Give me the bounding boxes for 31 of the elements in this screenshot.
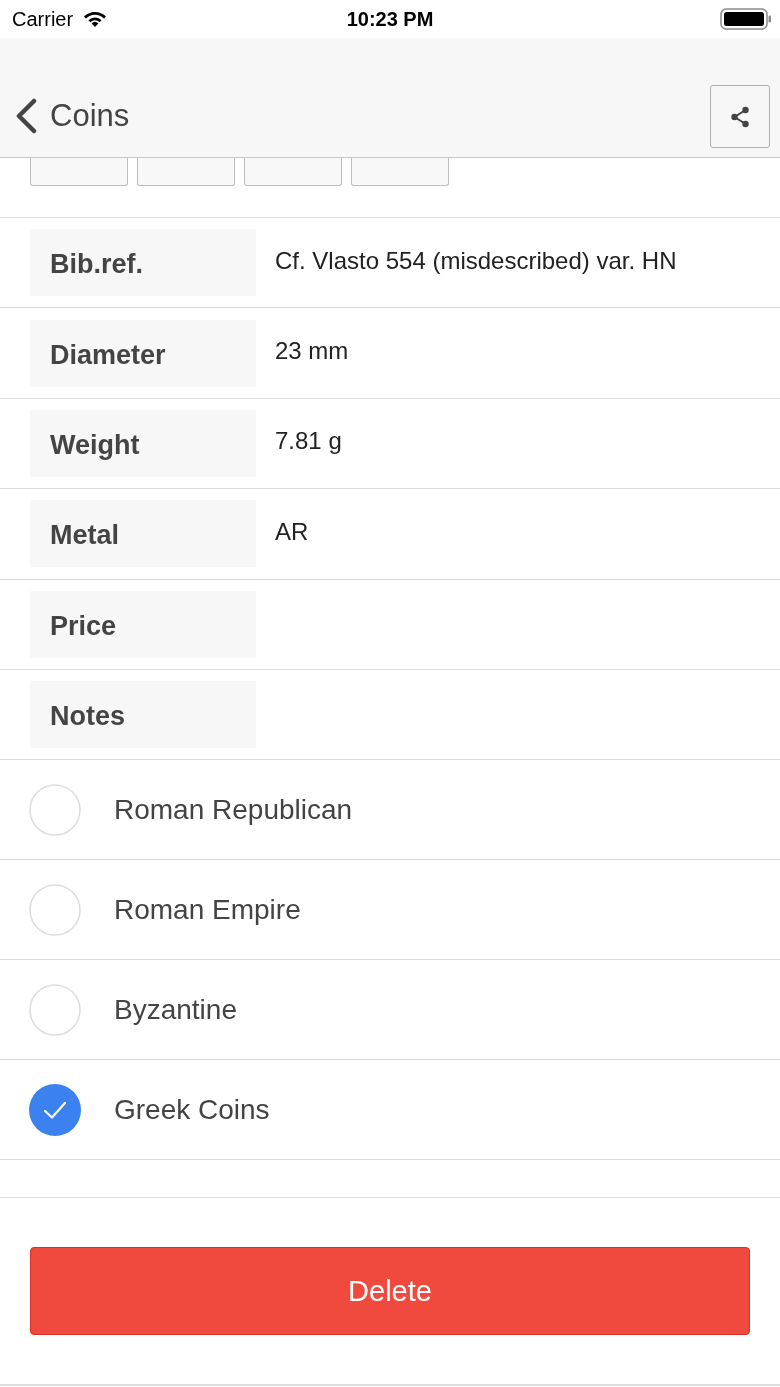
- image-button[interactable]: [137, 158, 235, 186]
- chevron-left-icon: [14, 98, 38, 134]
- battery-icon: [720, 8, 772, 30]
- field-value: 23 mm: [275, 337, 349, 366]
- category-option[interactable]: Roman Empire: [0, 860, 780, 961]
- category-label: Byzantine: [114, 993, 237, 1026]
- category-option[interactable]: Byzantine: [0, 960, 780, 1061]
- image-button[interactable]: [244, 158, 342, 186]
- back-button[interactable]: Coins: [14, 98, 130, 134]
- wifi-icon: [83, 10, 108, 28]
- delete-button[interactable]: Delete: [30, 1247, 750, 1336]
- field-label: Diameter: [30, 319, 256, 387]
- image-button[interactable]: [30, 158, 128, 186]
- image-button[interactable]: [351, 158, 449, 186]
- field-label: Price: [30, 590, 256, 658]
- share-icon: [730, 105, 750, 128]
- field-value: AR: [275, 517, 309, 546]
- field-label: Bib.ref.: [30, 229, 256, 297]
- field-label: Notes: [30, 681, 256, 749]
- field-value: 7.81 g: [275, 427, 342, 456]
- field-label: Weight: [30, 409, 256, 477]
- field-value: Cf. Vlasto 554 (misdescribed) var. HN: [275, 246, 677, 275]
- category-option[interactable]: Greek Coins: [0, 1060, 780, 1161]
- category-label: Greek Coins: [114, 1093, 270, 1126]
- field-label: Metal: [30, 500, 256, 568]
- category-option[interactable]: Roman Republican: [0, 760, 780, 861]
- clock-time: 10:23 PM: [346, 7, 434, 31]
- carrier-label: Carrier: [12, 7, 74, 31]
- category-label: Roman Republican: [114, 793, 353, 826]
- category-label: Roman Empire: [114, 893, 301, 926]
- share-button[interactable]: [710, 85, 770, 148]
